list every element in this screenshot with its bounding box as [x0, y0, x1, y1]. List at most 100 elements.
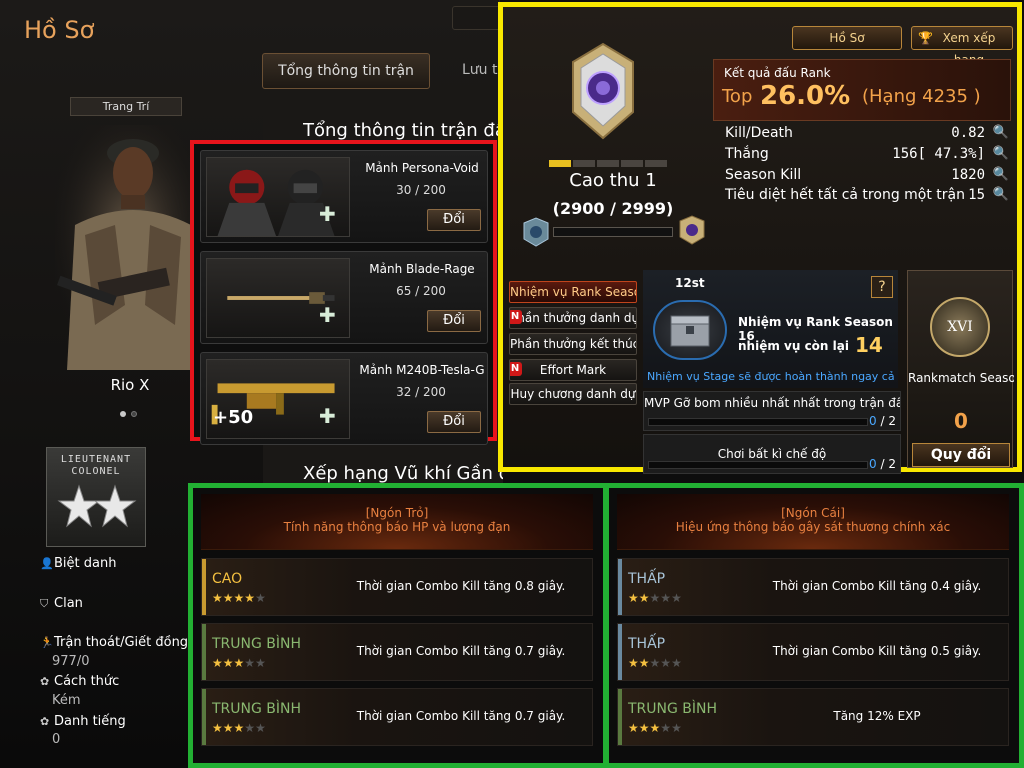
character-portrait: [55, 125, 205, 370]
chest-graphic: [670, 315, 710, 347]
progress-segment-filled: [549, 160, 571, 167]
puzzle-icon: ✚: [319, 404, 336, 428]
rank-badge-line2: COLONEL: [71, 466, 121, 477]
progress-segment: [573, 160, 595, 167]
effect-text: Thời gian Combo Kill tăng 0.5 giây.: [772, 644, 982, 658]
nickname-label: 👤Biệt danh: [40, 556, 117, 571]
menu-honor-reward[interactable]: N Phần thưởng danh dự: [509, 307, 637, 329]
decor-label[interactable]: Trang Trí: [70, 97, 182, 116]
weapon-effects-panel: [Ngón Trỏ] Tính năng thông báo HP và lượ…: [188, 483, 1024, 768]
stat-label: Tiêu diệt hết tất cả trong một trận: [725, 187, 965, 203]
effect-row: TRUNG BÌNH ★★★★★ Thời gian Combo Kill tă…: [201, 623, 593, 681]
progress-segment: [645, 160, 667, 167]
rank-result-label: Kết quả đấu Rank: [724, 66, 831, 80]
stat-label: Kill/Death: [725, 125, 793, 141]
sub-task-bar: [648, 461, 868, 469]
next-rank-icon: [679, 215, 705, 245]
profile-button[interactable]: Hồ Sơ: [792, 26, 902, 50]
effect-column-header: [Ngón Cái] Hiệu ứng thông báo gây sát th…: [617, 494, 1009, 550]
fragment-item: Mảnh Blade-Rage 65 / 200 Đổi: [200, 251, 488, 344]
exchange-button[interactable]: Quy đổi: [912, 443, 1010, 467]
menu-effort-mark[interactable]: N Effort Mark: [509, 359, 637, 381]
magnifier-icon[interactable]: 🔍: [993, 187, 1009, 202]
stat-wins: Thắng 156[ 47.3%] 🔍: [725, 146, 1015, 166]
carousel-dot-active[interactable]: [120, 411, 126, 417]
rank-panel-inner: Hồ Sơ 🏆Xem xếp hạng Cao thu 1 (2900 / 29…: [503, 7, 1017, 474]
carousel-dots[interactable]: [120, 402, 150, 417]
effect-stars: ★★★★★: [628, 656, 682, 670]
rank-title: Cao thu 1: [569, 170, 657, 191]
exchange-button[interactable]: Đổi: [427, 411, 481, 433]
sub-task: Chơi bất kì chế độ 0 / 2: [643, 434, 901, 474]
effect-column-thumb: [Ngón Cái] Hiệu ứng thông báo gây sát th…: [609, 488, 1013, 763]
fragment-name: Mảnh Persona-Void: [365, 161, 479, 175]
menu-end-reward[interactable]: Phần thưởng kết thúc: [509, 333, 637, 355]
tab-history[interactable]: Lưu t: [462, 62, 502, 78]
stat-season-kill: Season Kill 1820 🔍: [725, 167, 1015, 187]
leaderboard-button[interactable]: 🏆Xem xếp hạng: [911, 26, 1013, 67]
reputation-label: ✿ Danh tiếng: [40, 714, 126, 729]
fragment-bonus: +50: [213, 407, 254, 428]
effect-level: THẤP: [628, 636, 666, 652]
magnifier-icon[interactable]: 🔍: [993, 167, 1009, 182]
mission-round: 12st: [675, 276, 705, 290]
mission-note: Nhiệm vụ Stage sẽ được hoàn thành ngay c…: [647, 370, 895, 383]
effect-stars: ★★★★★: [212, 656, 266, 670]
rank-progress-segments: [549, 152, 671, 167]
effect-text: Thời gian Combo Kill tăng 0.4 giây.: [772, 579, 982, 593]
top-label: Top: [722, 86, 753, 107]
magnifier-icon[interactable]: 🔍: [993, 146, 1009, 161]
top-button[interactable]: [452, 6, 502, 30]
character-name: Rio X: [110, 376, 150, 394]
effect-column-header: [Ngón Trỏ] Tính năng thông báo HP và lượ…: [201, 494, 593, 550]
rank-panel: Hồ Sơ 🏆Xem xếp hạng Cao thu 1 (2900 / 29…: [498, 2, 1022, 474]
effect-level: CAO: [212, 571, 243, 587]
stat-value: 1820: [951, 167, 985, 183]
manner-label: ✿ Cách thức: [40, 674, 120, 689]
effect-stars: ★★★★★: [628, 591, 682, 605]
effect-stars: ★★★★★: [628, 721, 682, 735]
menu-honor-medal[interactable]: Huy chương danh dự: [509, 383, 637, 405]
puzzle-icon: ✚: [319, 303, 336, 327]
stat-value: 0.82: [951, 125, 985, 141]
sub-task-count: 0 / 2: [869, 457, 896, 471]
fragment-count: 32 / 200: [396, 385, 446, 399]
effect-stars: ★★★★★: [212, 591, 266, 605]
fragments-panel: Mảnh Persona-Void 30 / 200 Đổi Mảnh Blad…: [190, 140, 497, 445]
menu-rank-season-mission[interactable]: Nhiệm vụ Rank Season: [509, 281, 637, 303]
manner-value: Kém: [52, 693, 81, 708]
rank-points: (2900 / 2999): [552, 199, 674, 218]
help-button[interactable]: ?: [871, 276, 893, 298]
new-badge: N: [510, 362, 522, 376]
mission-panel: 12st ? Nhiệm vụ Rank Season 16 nhiệm vụ …: [643, 270, 898, 388]
carousel-dot[interactable]: [131, 411, 137, 417]
puzzle-icon: ✚: [319, 202, 336, 226]
exchange-button[interactable]: Đổi: [427, 209, 481, 231]
flower-icon: ✿: [40, 715, 50, 728]
effect-row: CAO ★★★★★ Thời gian Combo Kill tăng 0.8 …: [201, 558, 593, 616]
new-badge: N: [510, 310, 522, 324]
stat-kd: Kill/Death 0.82 🔍: [725, 125, 1015, 145]
runner-icon: 🏃: [40, 636, 54, 649]
sub-task-label: MVP Gỡ bom nhiều nhất nhất trong trận đấ…: [644, 396, 900, 410]
rank-position: (Hạng 4235 ): [862, 86, 981, 107]
fragment-count: 65 / 200: [396, 284, 446, 298]
rank-progress-bar: [553, 227, 673, 237]
effect-desc: Hiệu ứng thông báo gây sát thương chính …: [675, 520, 951, 534]
escape-label: 🏃Trận thoát/Giết đồng đội: [40, 635, 190, 650]
shield-icon: ⛉: [40, 597, 49, 610]
effect-title: [Ngón Cái]: [781, 506, 845, 520]
exchange-button[interactable]: Đổi: [427, 310, 481, 332]
rankmatch-value: 0: [954, 409, 968, 433]
stat-label: Thắng: [725, 146, 769, 162]
effect-row: TRUNG BÌNH ★★★★★ Tăng 12% EXP: [617, 688, 1009, 746]
effect-level: TRUNG BÌNH: [212, 636, 302, 652]
tab-overview[interactable]: Tổng thông tin trận đấu: [262, 53, 430, 113]
fragment-name: Mảnh M240B-Tesla-G: [359, 363, 485, 377]
overview-section-title: Tổng thông tin trận đấu: [303, 120, 503, 141]
weapon-ranking-title: Xếp hạng Vũ khí Gần đây: [303, 463, 503, 484]
effect-column-index: [Ngón Trỏ] Tính năng thông báo HP và lượ…: [193, 488, 597, 763]
magnifier-icon[interactable]: 🔍: [993, 125, 1009, 140]
trophy-icon: 🏆: [918, 31, 933, 45]
rank-result-panel: Kết quả đấu Rank Top 26.0% (Hạng 4235 ): [713, 59, 1011, 121]
